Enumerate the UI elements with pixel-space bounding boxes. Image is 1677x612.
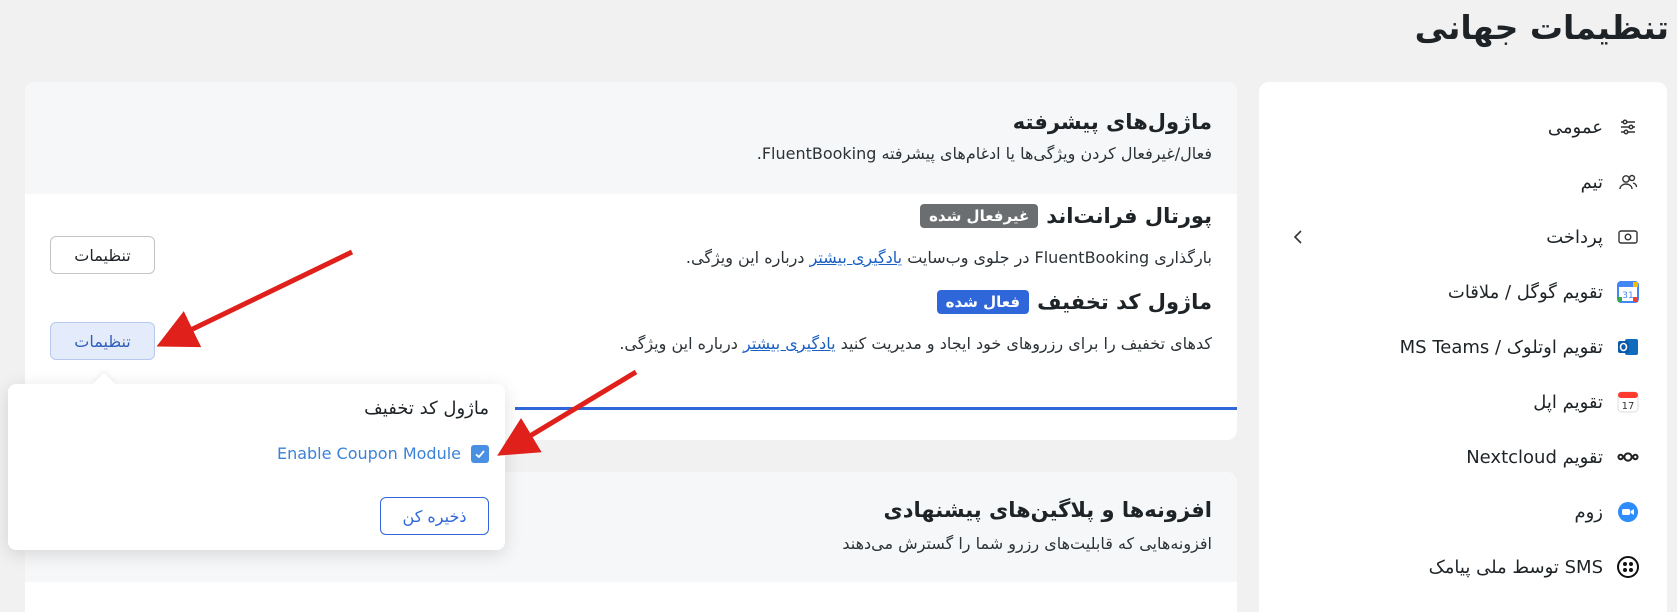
team-icon bbox=[1617, 171, 1639, 193]
settings-sidebar: عمومی تیم پرداخت 31 تقویم گوگل / ملاقات … bbox=[1259, 82, 1667, 612]
sidebar-item-nextcloud[interactable]: تقویم Nextcloud bbox=[1259, 437, 1667, 477]
svg-text:17: 17 bbox=[1622, 401, 1635, 412]
addons-body bbox=[25, 582, 1237, 612]
frontend-portal-title: پورتال فرانت‌اند غیرفعال شده bbox=[920, 204, 1212, 228]
page-title: تنظیمات جهانی bbox=[1414, 8, 1669, 47]
sidebar-item-label: پرداخت bbox=[1546, 226, 1603, 248]
sidebar-item-apple-calendar[interactable]: 17 تقویم اپل bbox=[1259, 382, 1667, 422]
sidebar-item-google-calendar[interactable]: 31 تقویم گوگل / ملاقات bbox=[1259, 272, 1667, 312]
sidebar-item-label: تیم bbox=[1580, 171, 1603, 193]
sidebar-item-payment[interactable]: پرداخت bbox=[1259, 217, 1667, 257]
popover-title: ماژول کد تخفیف bbox=[364, 398, 489, 419]
frontend-portal-description: بارگذاری FluentBooking در جلوی وب‌سایت ی… bbox=[685, 248, 1212, 267]
enable-coupon-row[interactable]: Enable Coupon Module bbox=[277, 444, 489, 463]
coupon-module-title: ماژول کد تخفیف فعال شده bbox=[936, 290, 1212, 314]
addons-title: افزونه‌ها و پلاگین‌های پیشنهادی bbox=[883, 498, 1213, 522]
svg-text:31: 31 bbox=[1622, 291, 1633, 301]
save-button[interactable]: ذخیره کن bbox=[380, 497, 489, 535]
status-badge: غیرفعال شده bbox=[920, 204, 1039, 228]
card-title: ماژول‌های پیشرفته bbox=[1012, 110, 1212, 134]
sidebar-item-outlook[interactable]: تقویم اوتلوک / MS Teams bbox=[1259, 327, 1667, 367]
sidebar-item-label: زوم bbox=[1574, 501, 1603, 523]
frontend-portal-settings-button[interactable]: تنظیمات bbox=[50, 236, 155, 274]
sidebar-item-zoom[interactable]: زوم bbox=[1259, 492, 1667, 532]
sms-icon bbox=[1617, 556, 1639, 578]
zoom-icon bbox=[1617, 501, 1639, 523]
learn-more-link[interactable]: یادگیری بیشتر bbox=[810, 248, 903, 267]
chevron-left-icon[interactable] bbox=[1289, 227, 1309, 247]
sidebar-item-sms[interactable]: SMS توسط ملی پیامک bbox=[1259, 547, 1667, 587]
coupon-module-description: کدهای تخفیف را برای رزروهای خود ایجاد و … bbox=[619, 334, 1212, 353]
sidebar-item-label: تقویم اوتلوک / MS Teams bbox=[1399, 336, 1603, 358]
coupon-settings-button[interactable]: تنظیمات bbox=[50, 322, 155, 360]
apple-calendar-icon: 17 bbox=[1617, 391, 1639, 413]
card-description: فعال/غیرفعال کردن ویژگی‌ها یا ادغام‌های … bbox=[756, 144, 1212, 163]
sidebar-item-label: عمومی bbox=[1547, 116, 1603, 138]
sidebar-item-label: تقویم اپل bbox=[1533, 391, 1603, 413]
payment-icon bbox=[1617, 226, 1639, 248]
sidebar-item-label: تقویم گوگل / ملاقات bbox=[1447, 281, 1603, 303]
sidebar-item-general[interactable]: عمومی bbox=[1259, 107, 1667, 147]
learn-more-link[interactable]: یادگیری بیشتر bbox=[743, 334, 836, 353]
active-divider bbox=[515, 407, 1237, 410]
nextcloud-icon bbox=[1617, 446, 1639, 468]
outlook-icon bbox=[1617, 336, 1639, 358]
sliders-icon bbox=[1617, 116, 1639, 138]
sidebar-item-label: SMS توسط ملی پیامک bbox=[1428, 556, 1603, 578]
coupon-settings-popover: ماژول کد تخفیف Enable Coupon Module ذخیر… bbox=[8, 372, 505, 550]
card-header: ماژول‌های پیشرفته فعال/غیرفعال کردن ویژگ… bbox=[25, 82, 1237, 194]
google-calendar-icon: 31 bbox=[1617, 281, 1639, 303]
sidebar-item-label: تقویم Nextcloud bbox=[1466, 446, 1603, 468]
checkmark-icon bbox=[475, 449, 485, 458]
status-badge: فعال شده bbox=[936, 290, 1030, 314]
enable-coupon-checkbox[interactable] bbox=[471, 444, 489, 463]
addons-description: افزونه‌هایی که قابلیت‌های رزرو شما را گس… bbox=[842, 534, 1212, 553]
enable-coupon-label[interactable]: Enable Coupon Module bbox=[277, 444, 461, 463]
sidebar-item-team[interactable]: تیم bbox=[1259, 162, 1667, 202]
